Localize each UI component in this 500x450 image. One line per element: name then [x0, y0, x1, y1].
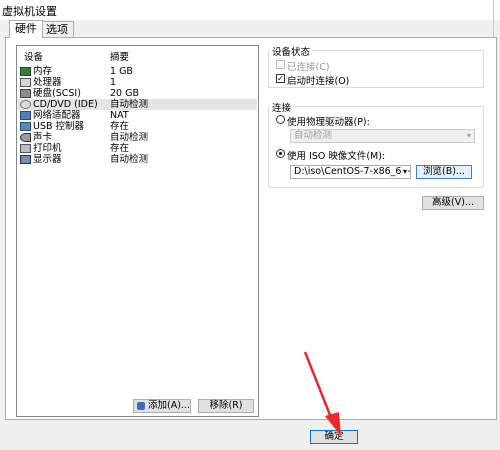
device-row-memory[interactable]: 内存 1 GB — [18, 66, 257, 77]
device-summary: 存在 — [110, 143, 130, 154]
processor-icon — [20, 78, 31, 87]
device-summary: 1 GB — [110, 66, 133, 77]
device-summary: 20 GB — [110, 88, 139, 99]
add-device-label: 添加(A)... — [148, 400, 190, 411]
memory-icon — [20, 67, 31, 76]
browse-button[interactable]: 浏览(B)... — [416, 165, 472, 179]
display-icon — [20, 155, 31, 164]
tab-hardware[interactable]: 硬件 — [9, 20, 43, 38]
connect-at-power-on-label: 启动时连接(O) — [287, 76, 350, 87]
tab-hardware-label: 硬件 — [15, 22, 37, 35]
column-header-summary[interactable]: 摘要 — [110, 49, 129, 63]
remove-device-label: 移除(R) — [209, 400, 243, 411]
physical-drive-label: 使用物理驱动器(P): — [287, 117, 370, 128]
device-name: 内存 — [33, 66, 53, 77]
device-summary: 自动检测 — [110, 99, 149, 110]
usb-controller-icon — [20, 122, 31, 131]
physical-drive-value: 自动检测 — [294, 130, 333, 141]
iso-image-radio[interactable] — [276, 149, 285, 158]
device-summary: 存在 — [110, 121, 130, 132]
connect-at-power-on-checkbox[interactable]: ✓ — [276, 74, 285, 83]
device-summary: 自动检测 — [110, 154, 149, 165]
device-row-printer[interactable]: 打印机 存在 — [18, 143, 257, 154]
device-name: 声卡 — [33, 132, 53, 143]
dialog-footer — [0, 420, 500, 450]
device-name: CD/DVD (IDE) — [33, 99, 98, 110]
physical-drive-radio[interactable] — [276, 115, 285, 124]
annotation-arrow-head — [325, 412, 341, 436]
annotation-arrow-shaft — [303, 351, 334, 421]
tab-options[interactable]: 选项 — [40, 21, 74, 37]
column-header-device[interactable]: 设备 — [24, 49, 43, 63]
device-name: USB 控制器 — [33, 121, 85, 132]
remove-device-button[interactable]: 移除(R) — [198, 399, 254, 413]
device-row-network-adapter[interactable]: 网络适配器 NAT — [18, 110, 257, 121]
physical-drive-select[interactable]: 自动检测 ▾ — [290, 129, 475, 143]
window-title: 虚拟机设置 — [2, 5, 57, 18]
cd-dvd-icon — [20, 100, 31, 109]
device-row-sound-card[interactable]: 声卡 自动检测 — [18, 132, 257, 143]
device-row-processor[interactable]: 处理器 1 — [18, 77, 257, 88]
device-name: 打印机 — [33, 143, 62, 154]
shield-icon — [137, 402, 145, 410]
iso-path-value: D:\iso\CentOS-7-x86_64-Mir — [294, 166, 411, 177]
chevron-down-icon: ▾ — [466, 131, 471, 140]
advanced-label: 高级(V)... — [432, 197, 474, 208]
device-name: 硬盘(SCSI) — [33, 88, 81, 99]
browse-label: 浏览(B)... — [423, 166, 465, 177]
connected-checkbox[interactable] — [276, 60, 285, 69]
device-row-hard-disk[interactable]: 硬盘(SCSI) 20 GB — [18, 88, 257, 99]
connected-label: 已连接(C) — [287, 62, 330, 73]
device-status-title: 设备状态 — [270, 44, 313, 58]
connection-title: 连接 — [270, 100, 294, 114]
title-bar: 虚拟机设置 — [0, 0, 500, 20]
tab-options-label: 选项 — [46, 23, 68, 36]
hard-disk-icon — [20, 89, 31, 98]
device-name: 网络适配器 — [33, 110, 81, 121]
sound-card-icon — [20, 133, 31, 142]
device-row-usb-controller[interactable]: USB 控制器 存在 — [18, 121, 257, 132]
chevron-down-icon: ▾ — [400, 166, 407, 178]
device-summary: NAT — [110, 110, 129, 121]
device-row-display[interactable]: 显示器 自动检测 — [18, 154, 257, 165]
device-list-header: 设备 摘要 — [21, 49, 258, 63]
device-summary: 自动检测 — [110, 132, 149, 143]
add-device-button[interactable]: 添加(A)... — [133, 399, 191, 413]
advanced-button[interactable]: 高级(V)... — [422, 196, 484, 210]
annotation-arrow — [303, 351, 341, 436]
device-summary: 1 — [110, 77, 117, 88]
iso-image-label: 使用 ISO 映像文件(M): — [287, 151, 386, 162]
iso-path-combo[interactable]: D:\iso\CentOS-7-x86_64-Mir ▾ — [290, 165, 411, 179]
device-list[interactable]: 设备 摘要 内存 1 GB 处理器 1 硬盘(SCSI) 20 GB CD/DV… — [16, 45, 259, 417]
device-row-cd-dvd[interactable]: CD/DVD (IDE) 自动检测 — [18, 99, 257, 110]
network-adapter-icon — [20, 111, 31, 120]
device-name: 显示器 — [33, 154, 62, 165]
device-name: 处理器 — [33, 77, 62, 88]
printer-icon — [20, 144, 31, 153]
